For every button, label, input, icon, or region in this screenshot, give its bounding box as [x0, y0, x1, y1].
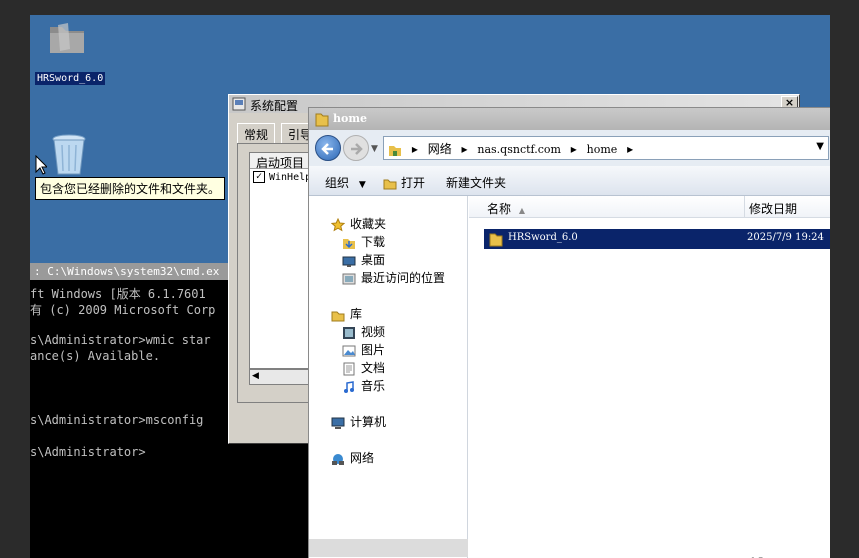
open-folder-icon [383, 179, 397, 189]
address-dropdown-icon[interactable]: ▼ [816, 141, 824, 152]
arrow-left-icon [321, 143, 333, 155]
cmd-line: ft Windows [版本 6.1.7601 [30, 287, 206, 301]
open-button[interactable]: 打开 [383, 174, 425, 191]
nav-computer[interactable]: 计算机 [331, 413, 386, 430]
file-row[interactable]: HRSword_6.0 2025/7/9 19:24 [484, 229, 830, 249]
nav-network[interactable]: 网络 [331, 449, 374, 466]
cursor-icon [35, 154, 49, 175]
organize-button[interactable]: 组织 ▼ [325, 174, 366, 191]
pictures-icon [342, 345, 356, 356]
desktop-folder-label: HRSword_6.0 [35, 72, 106, 85]
msconfig-app-icon [232, 97, 246, 111]
chevron-down-icon: ▼ [358, 180, 366, 190]
startup-row-label: WinHelp [269, 172, 312, 183]
folder-icon [489, 233, 503, 247]
nav-selection-highlight [309, 539, 468, 557]
star-icon [331, 217, 345, 231]
startup-checkbox[interactable]: ✓ [253, 171, 265, 183]
nav-pictures[interactable]: 图片 [342, 341, 385, 358]
nav-downloads[interactable]: 下载 [342, 233, 385, 250]
open-label: 打开 [401, 176, 426, 190]
desktop-icon [342, 256, 356, 267]
column-modified[interactable]: 修改日期 [749, 200, 797, 217]
nav-desktop[interactable]: 桌面 [342, 251, 385, 268]
column-header: 名称 ▲ 修改日期 [469, 196, 830, 218]
file-modified: 2025/7/9 19:24 [747, 232, 824, 243]
sort-up-icon: ▲ [518, 206, 525, 215]
back-button[interactable] [315, 135, 341, 161]
column-name[interactable]: 名称 ▲ [487, 200, 525, 217]
recycle-bin[interactable] [50, 133, 90, 177]
forward-button[interactable] [343, 135, 369, 161]
recycle-bin-icon [52, 134, 86, 175]
nav-documents[interactable]: 文档 [342, 359, 385, 376]
organize-label: 组织 [325, 176, 350, 190]
breadcrumb-home[interactable]: home [587, 143, 618, 156]
command-bar: 组织 ▼ 打开 新建文件夹 [309, 166, 830, 196]
startup-row[interactable]: ✓ WinHelp [253, 171, 311, 187]
cmd-line: s\Administrator>msconfig [30, 413, 204, 427]
address-bar[interactable]: ▸ 网络 ▸ nas.qsnctf.com ▸ home ▸ ▼ [383, 136, 829, 160]
explorer-window[interactable]: home ▼ ▸ 网络 ▸ nas.qsnctf.com ▸ home ▸ ▼ [308, 107, 830, 558]
document-icon [343, 362, 355, 375]
video-icon [343, 326, 355, 339]
desktop: HRSword_6.0 包含您已经删除的文件和文件夹。 : C:\Windows… [30, 15, 830, 558]
column-divider[interactable] [744, 196, 745, 218]
address-toolbar: ▼ ▸ 网络 ▸ nas.qsnctf.com ▸ home ▸ ▼ [309, 130, 830, 166]
cmd-line: s\Administrator> [30, 445, 146, 459]
nav-libraries[interactable]: 库 [331, 305, 362, 322]
chevron-right-icon[interactable]: ▸ [462, 142, 468, 156]
scroll-left-icon[interactable]: ◀ [252, 371, 259, 381]
chevron-right-icon[interactable]: ▸ [571, 142, 577, 156]
nav-videos[interactable]: 视频 [342, 323, 385, 340]
downloads-folder-icon [343, 238, 355, 249]
file-list[interactable]: 名称 ▲ 修改日期 HRSword_6.0 2025/7/9 19:24 [469, 196, 830, 558]
breadcrumb-network[interactable]: 网络 [428, 142, 452, 156]
chevron-right-icon[interactable]: ▸ [412, 142, 418, 156]
explorer-titlebar[interactable]: home [309, 108, 830, 130]
recent-places-icon [342, 273, 356, 284]
file-name: HRSword_6.0 [508, 232, 578, 243]
navigation-pane: 收藏夹 下载 桌面 最近访问的位置 库 视频 图片 文档 音乐 计算机 网络 [309, 196, 468, 558]
folder-icon [50, 23, 84, 53]
cmd-line: s\Administrator>wmic star [30, 333, 211, 347]
new-folder-button[interactable]: 新建文件夹 [446, 174, 506, 191]
chevron-right-icon[interactable]: ▸ [627, 142, 633, 156]
cmd-line: 有 (c) 2009 Microsoft Corp [30, 303, 216, 317]
desktop-folder-hrsword[interactable]: HRSword_6.0 [30, 15, 110, 87]
msconfig-title: 系统配置 [250, 99, 299, 113]
folder-icon [315, 113, 329, 127]
nav-music[interactable]: 音乐 [342, 377, 385, 394]
explorer-title: home [333, 112, 367, 125]
recycle-bin-tooltip: 包含您已经删除的文件和文件夹。 [35, 177, 226, 200]
tab-general[interactable]: 常规 [237, 123, 276, 143]
nav-recent[interactable]: 最近访问的位置 [342, 269, 445, 286]
network-folder-icon [389, 145, 401, 156]
network-icon [332, 453, 344, 465]
music-icon [344, 380, 354, 393]
library-icon [331, 311, 345, 321]
breadcrumb-host[interactable]: nas.qsnctf.com [477, 143, 561, 156]
computer-icon [331, 417, 345, 429]
cmd-line: ance(s) Available. [30, 349, 161, 363]
history-dropdown-icon[interactable]: ▼ [371, 144, 378, 154]
arrow-right-icon [351, 143, 363, 155]
nav-favorites[interactable]: 收藏夹 [331, 215, 386, 232]
